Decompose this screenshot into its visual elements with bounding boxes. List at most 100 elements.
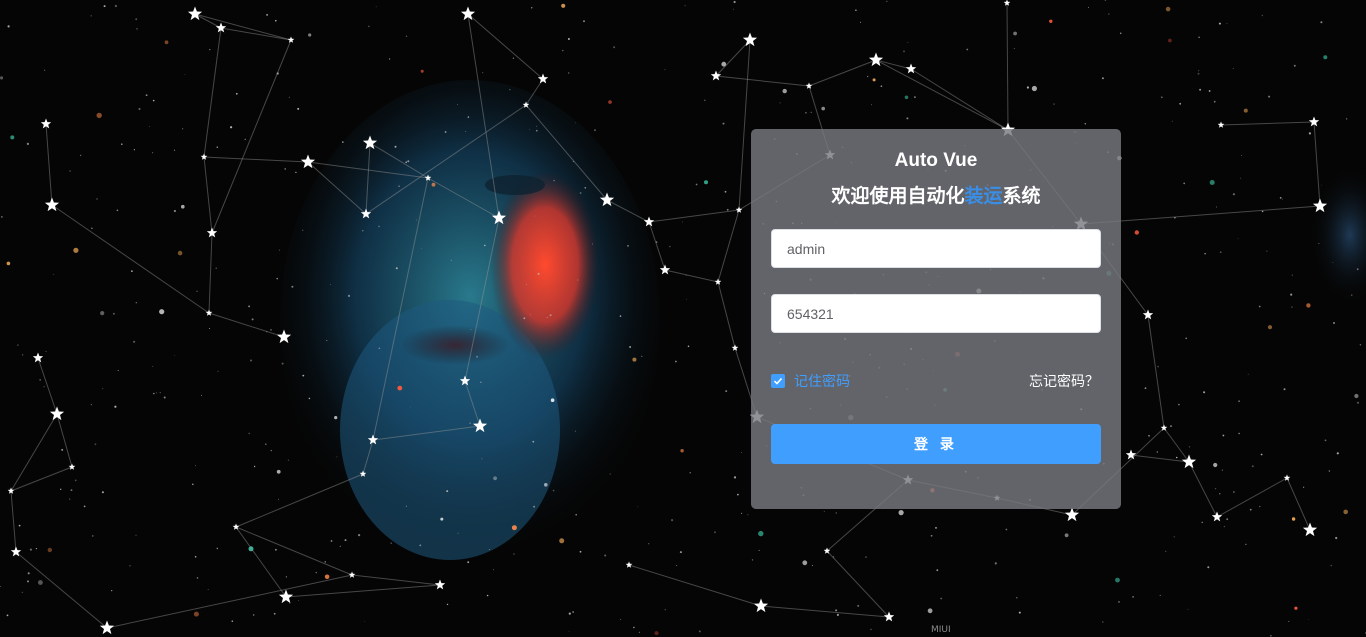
dust-particle: [686, 298, 687, 300]
dust-particle: [281, 362, 284, 365]
dust-particle: [315, 572, 317, 574]
dust-particle: [671, 519, 674, 522]
dust-particle: [285, 576, 287, 578]
dust-particle: [1214, 488, 1217, 490]
dust-particle: [21, 591, 23, 594]
dust-particle: [880, 85, 883, 87]
dust-particle: [45, 350, 47, 352]
dust-particle: [100, 311, 105, 316]
dust-particle: [420, 69, 424, 73]
dust-particle: [297, 107, 300, 110]
dust-particle: [936, 569, 939, 572]
dust-particle: [389, 58, 391, 60]
dust-particle: [1203, 391, 1206, 394]
dust-particle: [577, 279, 579, 281]
dust-particle: [1240, 177, 1242, 179]
dust-particle: [733, 476, 737, 479]
dust-particle: [1260, 453, 1263, 456]
dust-particle: [308, 397, 311, 400]
dust-particle: [512, 57, 515, 59]
dust-particle: [450, 259, 452, 261]
dust-particle: [347, 294, 351, 297]
dust-particle: [620, 618, 622, 620]
dust-particle: [173, 209, 176, 213]
dust-particle: [94, 443, 97, 446]
login-card: Auto Vue 欢迎使用自动化装运系统 记住密码 忘记密码？ 登 录: [751, 129, 1121, 509]
dust-particle: [1346, 118, 1348, 120]
dust-particle: [1018, 611, 1021, 614]
dust-particle: [1213, 462, 1218, 468]
dust-particle: [930, 534, 933, 537]
dust-particle: [415, 219, 417, 221]
dust-particle: [572, 611, 574, 613]
dust-particle: [116, 209, 119, 212]
dust-particle: [664, 609, 666, 611]
dust-particle: [835, 512, 837, 514]
dust-particle: [7, 25, 10, 28]
dust-particle: [513, 553, 515, 555]
dust-particle: [523, 317, 526, 320]
dust-particle: [553, 179, 555, 182]
dust-particle: [1005, 528, 1008, 531]
username-input[interactable]: [771, 229, 1101, 268]
dust-particle: [326, 340, 328, 341]
dust-particle: [1119, 32, 1122, 35]
dust-particle: [173, 149, 176, 151]
dust-particle: [152, 99, 155, 102]
dust-particle: [689, 472, 691, 474]
dust-particle: [159, 392, 161, 394]
checkbox-checked-icon[interactable]: [771, 374, 785, 388]
dust-particle: [1132, 596, 1134, 598]
dust-particle: [629, 346, 632, 348]
remember-password-checkbox[interactable]: 记住密码: [771, 371, 850, 391]
password-input[interactable]: [771, 294, 1101, 333]
dust-particle: [201, 394, 202, 396]
dust-particle: [1294, 606, 1298, 610]
dust-particle: [904, 95, 909, 100]
dust-particle: [397, 385, 403, 391]
dust-particle: [1320, 184, 1322, 186]
dust-particle: [397, 381, 399, 383]
dust-particle: [604, 554, 607, 557]
dust-particle: [358, 534, 361, 537]
dust-particle: [342, 141, 344, 143]
dust-particle: [135, 18, 138, 21]
dust-particle: [886, 0, 888, 3]
dust-particle: [79, 154, 82, 157]
dust-particle: [164, 40, 169, 45]
dust-particle: [1323, 55, 1328, 60]
dust-particle: [155, 392, 157, 394]
dust-particle: [298, 600, 300, 601]
dust-particle: [632, 357, 637, 362]
dust-particle: [733, 0, 736, 4]
dust-particle: [529, 314, 531, 316]
dust-particle: [725, 390, 728, 393]
dust-particle: [906, 117, 909, 120]
dust-particle: [114, 405, 117, 408]
dust-particle: [1356, 268, 1359, 271]
dust-particle: [26, 142, 29, 145]
dust-particle: [289, 602, 291, 604]
dust-particle: [732, 8, 734, 10]
dust-particle: [334, 416, 338, 420]
dust-particle: [265, 443, 267, 445]
dust-particle: [1108, 13, 1110, 15]
dust-particle: [330, 284, 331, 285]
dust-particle: [493, 476, 497, 481]
dust-particle: [394, 145, 397, 148]
dust-particle: [1218, 22, 1221, 25]
dust-particle: [488, 549, 490, 550]
dust-particle: [17, 344, 19, 346]
dust-particle: [135, 534, 137, 536]
subtitle-prefix: 欢迎使用自动化: [831, 186, 965, 207]
dust-particle: [74, 479, 77, 482]
dust-particle: [561, 3, 566, 8]
dust-particle: [163, 396, 166, 399]
dust-particle: [273, 612, 276, 615]
dust-particle: [641, 355, 643, 357]
login-button[interactable]: 登 录: [771, 424, 1101, 464]
forgot-password-link[interactable]: 忘记密码？: [1029, 371, 1099, 391]
dust-particle: [575, 513, 577, 516]
dust-particle: [805, 111, 807, 114]
dust-particle: [103, 5, 106, 8]
